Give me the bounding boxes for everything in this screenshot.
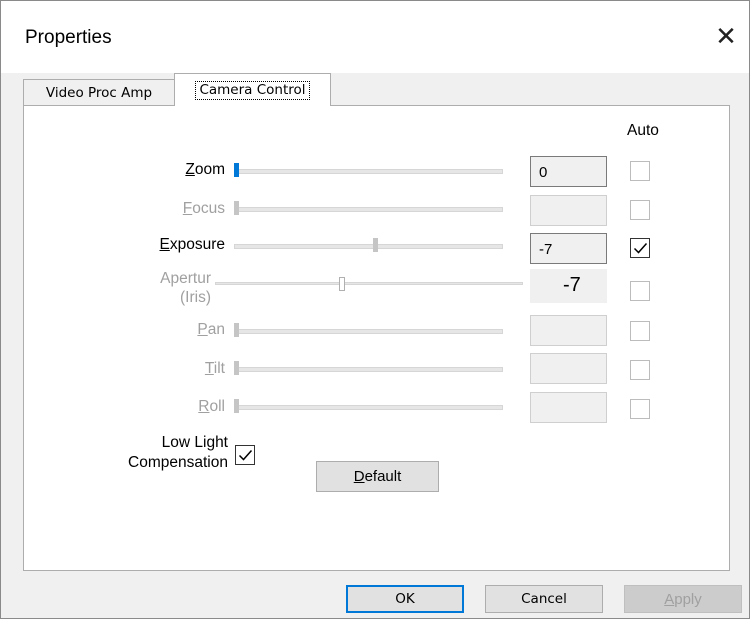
tab-label: Video Proc Amp [45,84,153,101]
focus-slider-track[interactable] [234,207,503,212]
apply-button[interactable]: Apply [624,585,742,613]
low-light-label: Low Light Compensation [128,434,228,471]
checkmark-icon [238,450,253,461]
tilt-auto-checkbox[interactable] [630,360,650,380]
aperture-slider-track[interactable] [215,282,523,285]
exposure-label: Exposure [159,236,226,253]
pan-slider-track[interactable] [234,329,503,334]
roll-label: Roll [198,398,225,415]
zoom-auto-checkbox[interactable] [630,161,650,181]
tilt-label: Tilt [204,360,225,377]
ok-button[interactable]: OK [346,585,464,613]
exposure-value: -7 [530,233,607,264]
roll-value [530,392,607,423]
properties-dialog: Properties ✕ Video Proc Amp Camera Contr… [0,0,750,619]
tilt-slider-track[interactable] [234,367,503,372]
default-button[interactable]: Default [316,461,439,492]
tab-camera-control[interactable]: Camera Control [174,73,331,106]
tab-panel-camera-control [23,105,730,571]
auto-column-header: Auto [627,122,659,139]
aperture-label: Apertur (Iris) [160,270,211,306]
roll-auto-checkbox[interactable] [630,399,650,419]
checkmark-icon [633,243,648,254]
pan-auto-checkbox[interactable] [630,321,650,341]
pan-slider-thumb[interactable] [234,323,239,337]
cancel-button[interactable]: Cancel [485,585,603,613]
zoom-slider-track[interactable] [234,169,503,174]
focus-auto-checkbox[interactable] [630,200,650,220]
pan-value [530,315,607,346]
close-icon[interactable]: ✕ [703,11,749,61]
pan-label: Pan [197,321,225,338]
low-light-checkbox[interactable] [235,445,255,465]
title-bar: Properties ✕ [1,1,749,73]
focus-slider-thumb[interactable] [234,201,239,215]
exposure-slider-thumb[interactable] [373,238,378,252]
tab-video-proc-amp[interactable]: Video Proc Amp [23,79,175,105]
roll-slider-track[interactable] [234,405,503,410]
aperture-slider-thumb[interactable] [339,277,345,291]
window-title: Properties [25,27,112,48]
focus-value [530,195,607,226]
tilt-slider-thumb[interactable] [234,361,239,375]
roll-slider-thumb[interactable] [234,399,239,413]
zoom-value: 0 [530,156,607,187]
exposure-auto-checkbox[interactable] [630,238,650,258]
exposure-slider-track[interactable] [234,244,503,249]
tilt-value [530,353,607,384]
aperture-auto-checkbox[interactable] [630,281,650,301]
tab-label: Camera Control [195,80,310,100]
zoom-label: Zoom [185,161,225,178]
zoom-slider-thumb[interactable] [234,163,239,177]
focus-label: Focus [182,200,225,217]
aperture-value: -7 [530,269,607,303]
